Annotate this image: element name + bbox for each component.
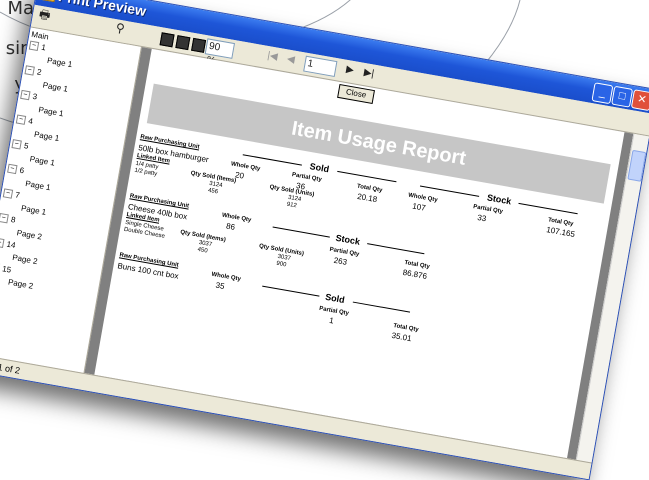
qty-sold-units: 912 — [286, 202, 297, 210]
next-page-icon[interactable]: ▶ — [345, 63, 355, 78]
tree-section[interactable]: −15 — [0, 262, 12, 275]
qty-sold-items: 450 — [197, 247, 208, 255]
section-stock: Stock — [335, 233, 361, 247]
stock-whole: 107 — [412, 202, 427, 213]
section-stock: Stock — [486, 192, 512, 206]
maximize-button[interactable]: □ — [611, 86, 633, 108]
qty-sold-items: 456 — [207, 188, 218, 196]
expand-icon[interactable]: − — [0, 238, 4, 248]
sold-partial: 1 — [329, 316, 335, 326]
tree-page[interactable]: Page 2 — [16, 228, 43, 241]
expand-icon[interactable]: − — [24, 66, 34, 76]
tree-root[interactable]: Main — [31, 30, 50, 42]
tree-page[interactable]: Page 1 — [33, 130, 60, 143]
section-sold: Sold — [325, 292, 346, 305]
tree-section[interactable]: −8 — [0, 213, 16, 225]
tree-section[interactable]: −7 — [3, 188, 21, 200]
expand-icon[interactable]: − — [16, 115, 26, 125]
tree-page[interactable]: Page 2 — [7, 277, 34, 290]
close-preview-button[interactable]: Close — [337, 84, 375, 104]
stock-rule-right — [367, 243, 424, 254]
section-sold: Sold — [309, 161, 330, 174]
stock-partial: 263 — [333, 256, 348, 267]
last-page-icon[interactable]: ▶| — [363, 66, 376, 82]
qty-sold-units: 900 — [276, 261, 287, 269]
sold-total: 20.18 — [357, 192, 378, 204]
close-window-button[interactable]: ✕ — [631, 89, 649, 111]
tree-section[interactable]: −4 — [16, 114, 34, 126]
tree-section[interactable]: −6 — [7, 164, 25, 176]
stock-whole: 86 — [225, 221, 235, 231]
expand-icon[interactable]: − — [29, 41, 39, 51]
expand-icon[interactable]: − — [3, 189, 13, 199]
expand-icon[interactable]: − — [20, 90, 30, 100]
first-page-icon[interactable]: |◀ — [266, 49, 279, 65]
minimize-button[interactable]: _ — [591, 82, 613, 104]
expand-icon[interactable]: − — [7, 164, 17, 174]
stock-rule-right — [518, 203, 577, 214]
tree-page[interactable]: Page 1 — [46, 56, 73, 69]
zoom-input[interactable]: 90 % — [205, 38, 235, 59]
view-single-page-icon[interactable] — [160, 32, 175, 47]
page-number-input[interactable]: 1 — [303, 56, 337, 77]
sold-rule-left — [262, 286, 319, 297]
stock-partial: 33 — [477, 213, 487, 223]
sold-rule-right — [353, 302, 410, 313]
view-multi-page-icon[interactable] — [191, 38, 206, 53]
tree-section[interactable]: −1 — [29, 41, 47, 53]
tree-section[interactable]: −14 — [0, 238, 16, 251]
page-indicator: Page 1 of 2 — [0, 358, 21, 376]
tree-section[interactable]: −3 — [20, 90, 38, 102]
sold-total: 35.01 — [391, 331, 412, 343]
stock-total: 86.876 — [402, 268, 428, 281]
sold-whole: 35 — [215, 281, 225, 291]
tree-page[interactable]: Page 2 — [12, 253, 39, 266]
search-binoculars-icon[interactable]: ⚲ — [115, 20, 126, 35]
tree-page[interactable]: Page 1 — [29, 154, 56, 167]
tree-page[interactable]: Page 1 — [20, 204, 47, 217]
sold-rule-right — [337, 171, 396, 182]
tree-page[interactable]: Page 1 — [42, 81, 69, 94]
tree-section[interactable]: −2 — [24, 65, 42, 77]
previous-page-icon[interactable]: ◀ — [286, 53, 296, 68]
print-icon[interactable]: 🖶 — [38, 7, 52, 23]
expand-icon[interactable]: − — [0, 213, 9, 223]
tree-page[interactable]: Page 1 — [38, 105, 65, 118]
tree-section[interactable]: −5 — [11, 139, 29, 151]
stock-rule-left — [273, 227, 330, 238]
header-partial-qty: Partial Qty — [319, 306, 350, 317]
app-icon: R — [41, 0, 57, 2]
expand-icon[interactable]: − — [11, 139, 21, 149]
tree-page[interactable]: Page 1 — [25, 179, 52, 192]
view-two-page-icon[interactable] — [175, 35, 190, 50]
